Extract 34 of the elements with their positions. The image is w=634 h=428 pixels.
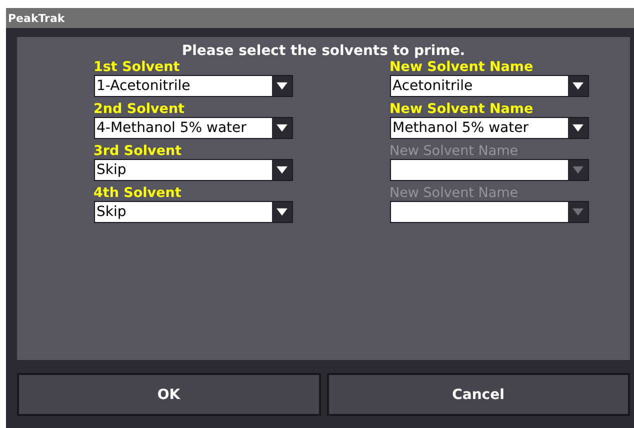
dropdown-value: Skip: [96, 161, 128, 180]
caret-icon[interactable]: [568, 160, 588, 180]
dialog-button[interactable]: OK: [17, 373, 320, 416]
caret-icon[interactable]: [568, 76, 588, 96]
dropdown-value: Acetonitrile: [392, 77, 474, 96]
dropdown-value: Skip: [96, 203, 128, 222]
caret-icon[interactable]: [272, 160, 292, 180]
caret-icon[interactable]: [272, 202, 292, 222]
window-title: PeakTrak: [7, 12, 65, 24]
caret-icon[interactable]: [272, 118, 292, 138]
field-label: New Solvent Name: [390, 101, 534, 117]
dropdown[interactable]: Skip: [94, 159, 292, 181]
field-label: 1st Solvent: [94, 59, 180, 75]
field-label: 3rd Solvent: [94, 143, 182, 159]
dropdown[interactable]: [390, 201, 588, 223]
caret-icon[interactable]: [568, 202, 588, 222]
dropdown-value: 1-Acetonitrile: [96, 77, 192, 96]
dropdown-value: Methanol 5% water: [392, 119, 530, 138]
caret-icon[interactable]: [272, 76, 292, 96]
dropdown[interactable]: Skip: [94, 201, 292, 223]
field-label: New Solvent Name: [390, 143, 518, 159]
dialog-button[interactable]: Cancel: [326, 373, 630, 416]
field-label: 2nd Solvent: [94, 101, 185, 117]
dropdown-value: 4-Methanol 5% water: [96, 119, 248, 138]
dropdown[interactable]: 1-Acetonitrile: [94, 75, 292, 97]
caret-icon[interactable]: [568, 118, 588, 138]
dropdown[interactable]: Methanol 5% water: [390, 117, 588, 139]
field-label: 4th Solvent: [94, 185, 182, 201]
prompt-text: Please select the solvents to prime.: [182, 43, 466, 59]
field-label: New Solvent Name: [390, 59, 534, 75]
dropdown[interactable]: [390, 159, 588, 181]
field-label: New Solvent Name: [390, 185, 518, 201]
dropdown[interactable]: Acetonitrile: [390, 75, 588, 97]
dropdown[interactable]: 4-Methanol 5% water: [94, 117, 292, 139]
